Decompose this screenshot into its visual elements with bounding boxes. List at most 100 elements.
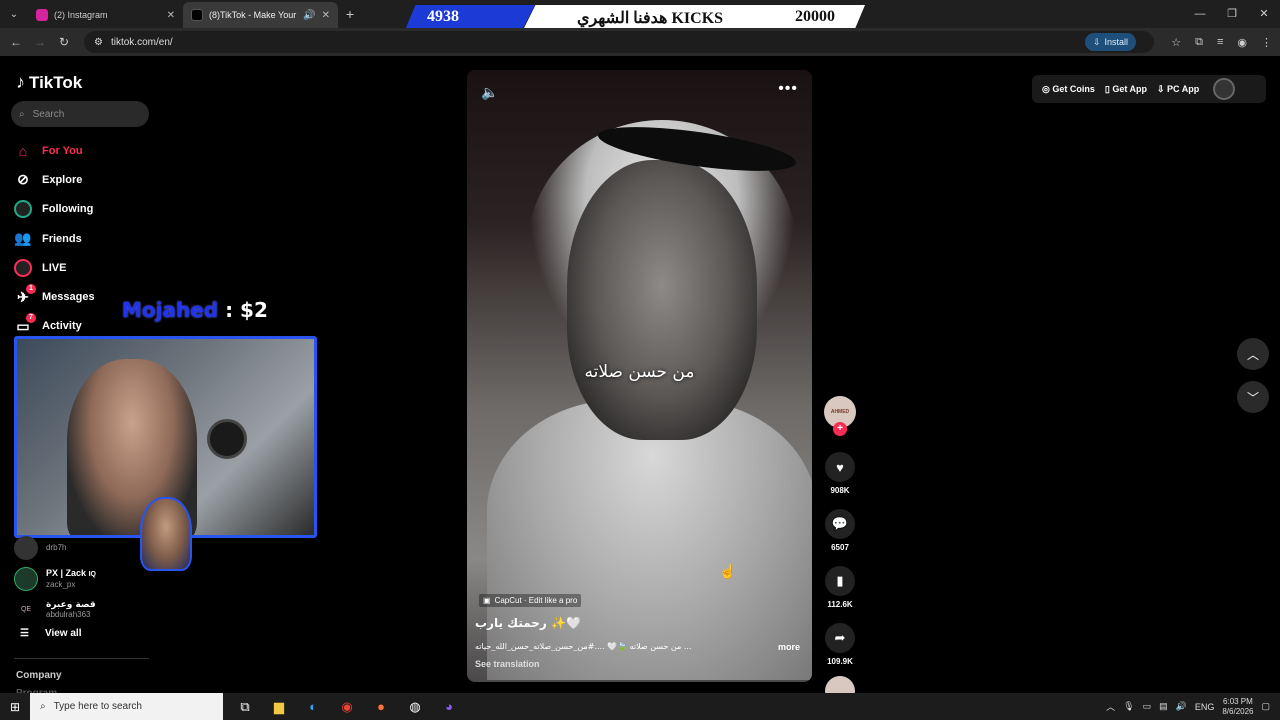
search-placeholder: Search: [32, 108, 65, 120]
pc-app-button[interactable]: ⇩ PC App: [1157, 84, 1199, 95]
microphone-icon[interactable]: 🎙: [1123, 701, 1134, 712]
file-explorer-icon[interactable]: ▆: [269, 699, 289, 715]
capcut-badge[interactable]: ▣ CapCut · Edit like a pro: [479, 594, 582, 607]
sidebar-item-friends[interactable]: 👥 Friends: [14, 224, 95, 253]
donation-overlay: Mojahed : $2: [122, 298, 268, 322]
speaker-icon[interactable]: 🔊: [303, 10, 315, 21]
clock[interactable]: 6:03 PM 8/6/2026: [1222, 697, 1253, 717]
extensions-icon[interactable]: ⧉: [1195, 36, 1203, 49]
avatar: [14, 566, 38, 591]
system-tray: ︿ 🎙 ▭ ▤ 🔊 ENG 6:03 PM 8/6/2026 ▢: [1106, 693, 1280, 720]
follow-plus-icon[interactable]: +: [833, 422, 847, 436]
profile-icon[interactable]: ◉: [1237, 36, 1247, 49]
tab-tiktok[interactable]: (8)TikTok - Make Your Day 🔊 ✕: [183, 2, 338, 28]
see-translation-button[interactable]: See translation: [475, 659, 540, 669]
divider: [14, 658, 149, 659]
tiktok-logo[interactable]: ♪ TikTok: [16, 72, 82, 93]
close-window-button[interactable]: ✕: [1248, 0, 1280, 28]
video-description: رحمتك يارب ✨🤍: [475, 616, 581, 630]
instagram-icon: [36, 9, 48, 21]
media-controls-icon[interactable]: ≡: [1217, 36, 1223, 48]
menu-icon[interactable]: ⋮: [1261, 36, 1272, 49]
sidebar-item-live[interactable]: LIVE: [14, 253, 95, 282]
capcut-label: CapCut · Edit like a pro: [494, 596, 578, 605]
minimize-button[interactable]: —: [1184, 0, 1216, 28]
back-button[interactable]: ←: [4, 35, 28, 49]
site-info-icon[interactable]: ⚙: [94, 37, 103, 48]
profile-avatar[interactable]: [1213, 78, 1236, 100]
tiktok-page: ♪ TikTok ⌕ Search ⌂ For You ⊘ Explore Fo…: [0, 56, 1280, 706]
task-view-icon[interactable]: ⧉: [235, 699, 255, 715]
avatar: [14, 535, 38, 560]
taskbar-search-input[interactable]: ⌕ Type here to search: [30, 693, 223, 720]
search-input[interactable]: ⌕ Search: [11, 101, 149, 127]
friends-icon: 👥: [14, 230, 32, 247]
new-tab-button[interactable]: +: [338, 6, 362, 22]
comment-action[interactable]: 💬 6507: [822, 509, 858, 552]
obs-icon[interactable]: ◍: [405, 699, 425, 715]
sidebar-item-explore[interactable]: ⊘ Explore: [14, 165, 95, 194]
install-app-button[interactable]: ⇩ Install: [1085, 33, 1137, 51]
account-handle: zack_px: [46, 579, 76, 589]
video-subject-face: [567, 160, 757, 440]
creator-avatar[interactable]: AHMED +: [824, 396, 856, 436]
chevron-down-icon: ﹀: [1246, 390, 1259, 405]
language-indicator[interactable]: ENG: [1195, 702, 1215, 712]
get-app-button[interactable]: ▯ Get App: [1105, 84, 1147, 95]
heart-icon: ♥: [825, 452, 855, 482]
comment-count: 6507: [831, 543, 849, 552]
windows-taskbar: ⊞ ⌕ Type here to search ⧉ ▆ ◐ ◉ ● ◍ ◕ ︿ …: [0, 693, 1280, 720]
save-action[interactable]: ▮ 112.6K: [822, 566, 858, 609]
discord-like-icon[interactable]: ◕: [439, 699, 459, 715]
share-action[interactable]: ➦ 109.9K: [822, 623, 858, 666]
tab-search-button[interactable]: ⌄: [0, 0, 28, 28]
activity-badge: 7: [26, 313, 36, 324]
forward-button[interactable]: →: [28, 35, 52, 49]
restore-button[interactable]: ❐: [1216, 0, 1248, 28]
notification-icon[interactable]: ▢: [1261, 701, 1270, 712]
next-video-button[interactable]: ﹀: [1237, 381, 1269, 413]
sidebar-item-for-you[interactable]: ⌂ For You: [14, 136, 95, 165]
chrome-icon[interactable]: ◉: [337, 699, 357, 715]
close-icon[interactable]: ✕: [167, 10, 175, 21]
chevron-up-icon: ︿: [1246, 347, 1259, 362]
firefox-icon[interactable]: ●: [371, 699, 391, 715]
clock-time: 6:03 PM: [1223, 696, 1253, 706]
previous-video-button[interactable]: ︿: [1237, 338, 1269, 370]
stream-goal-overlay: 4938 هدفنا الشهري KICKS 20000: [405, 5, 865, 30]
list-item[interactable]: QE قصة وعبرة abdulrah363: [14, 594, 96, 625]
list-item[interactable]: PX | Zack IQ zack_px: [14, 563, 96, 594]
edge-icon[interactable]: ◐: [303, 699, 323, 715]
goal-current: 4938: [427, 8, 459, 25]
display-icon[interactable]: ▭: [1143, 701, 1152, 712]
save-count: 112.6K: [827, 600, 853, 609]
like-action[interactable]: ♥ 908K: [822, 452, 858, 495]
tiktok-note-icon: ♪: [16, 72, 25, 92]
sidebar-item-following[interactable]: Following: [14, 195, 95, 224]
browser-toolbar-icons: ☆ ⧉ ≡ ◉ ⋮: [1171, 28, 1272, 56]
tab-instagram[interactable]: (2) Instagram ✕: [28, 2, 183, 28]
live-icon: [14, 258, 32, 277]
url-field[interactable]: ⚙ tiktok.com/en/: [84, 31, 1154, 53]
view-all-button[interactable]: ☰ View all: [20, 628, 81, 639]
windows-start-icon[interactable]: ⊞: [0, 700, 30, 714]
url-text: tiktok.com/en/: [110, 36, 173, 48]
more-options-icon[interactable]: •••: [778, 80, 798, 98]
volume-icon[interactable]: 🔈: [481, 84, 498, 101]
list-item[interactable]: drb7h: [14, 532, 96, 563]
footer-company-link[interactable]: Company: [16, 670, 62, 681]
reload-button[interactable]: ↻: [52, 35, 76, 49]
sidebar-item-messages[interactable]: ✈ 1 Messages: [14, 282, 95, 311]
video-player[interactable]: 🔈 ••• من حسن صلاته ▣ CapCut · Edit like …: [467, 70, 812, 682]
bookmark-star-icon[interactable]: ☆: [1171, 36, 1181, 49]
chevron-up-icon[interactable]: ︿: [1106, 700, 1115, 713]
network-icon[interactable]: ▤: [1159, 701, 1168, 712]
close-icon[interactable]: ✕: [322, 10, 330, 21]
volume-icon[interactable]: 🔊: [1176, 701, 1187, 712]
more-button[interactable]: more: [778, 642, 800, 652]
creator-label: AHMED: [830, 409, 850, 415]
taskbar-apps: ⧉ ▆ ◐ ◉ ● ◍ ◕: [235, 699, 459, 715]
sidebar-item-label: LIVE: [42, 261, 67, 274]
get-coins-button[interactable]: ◎ Get Coins: [1042, 84, 1095, 95]
streamer-avatar-sticker: [140, 497, 192, 571]
